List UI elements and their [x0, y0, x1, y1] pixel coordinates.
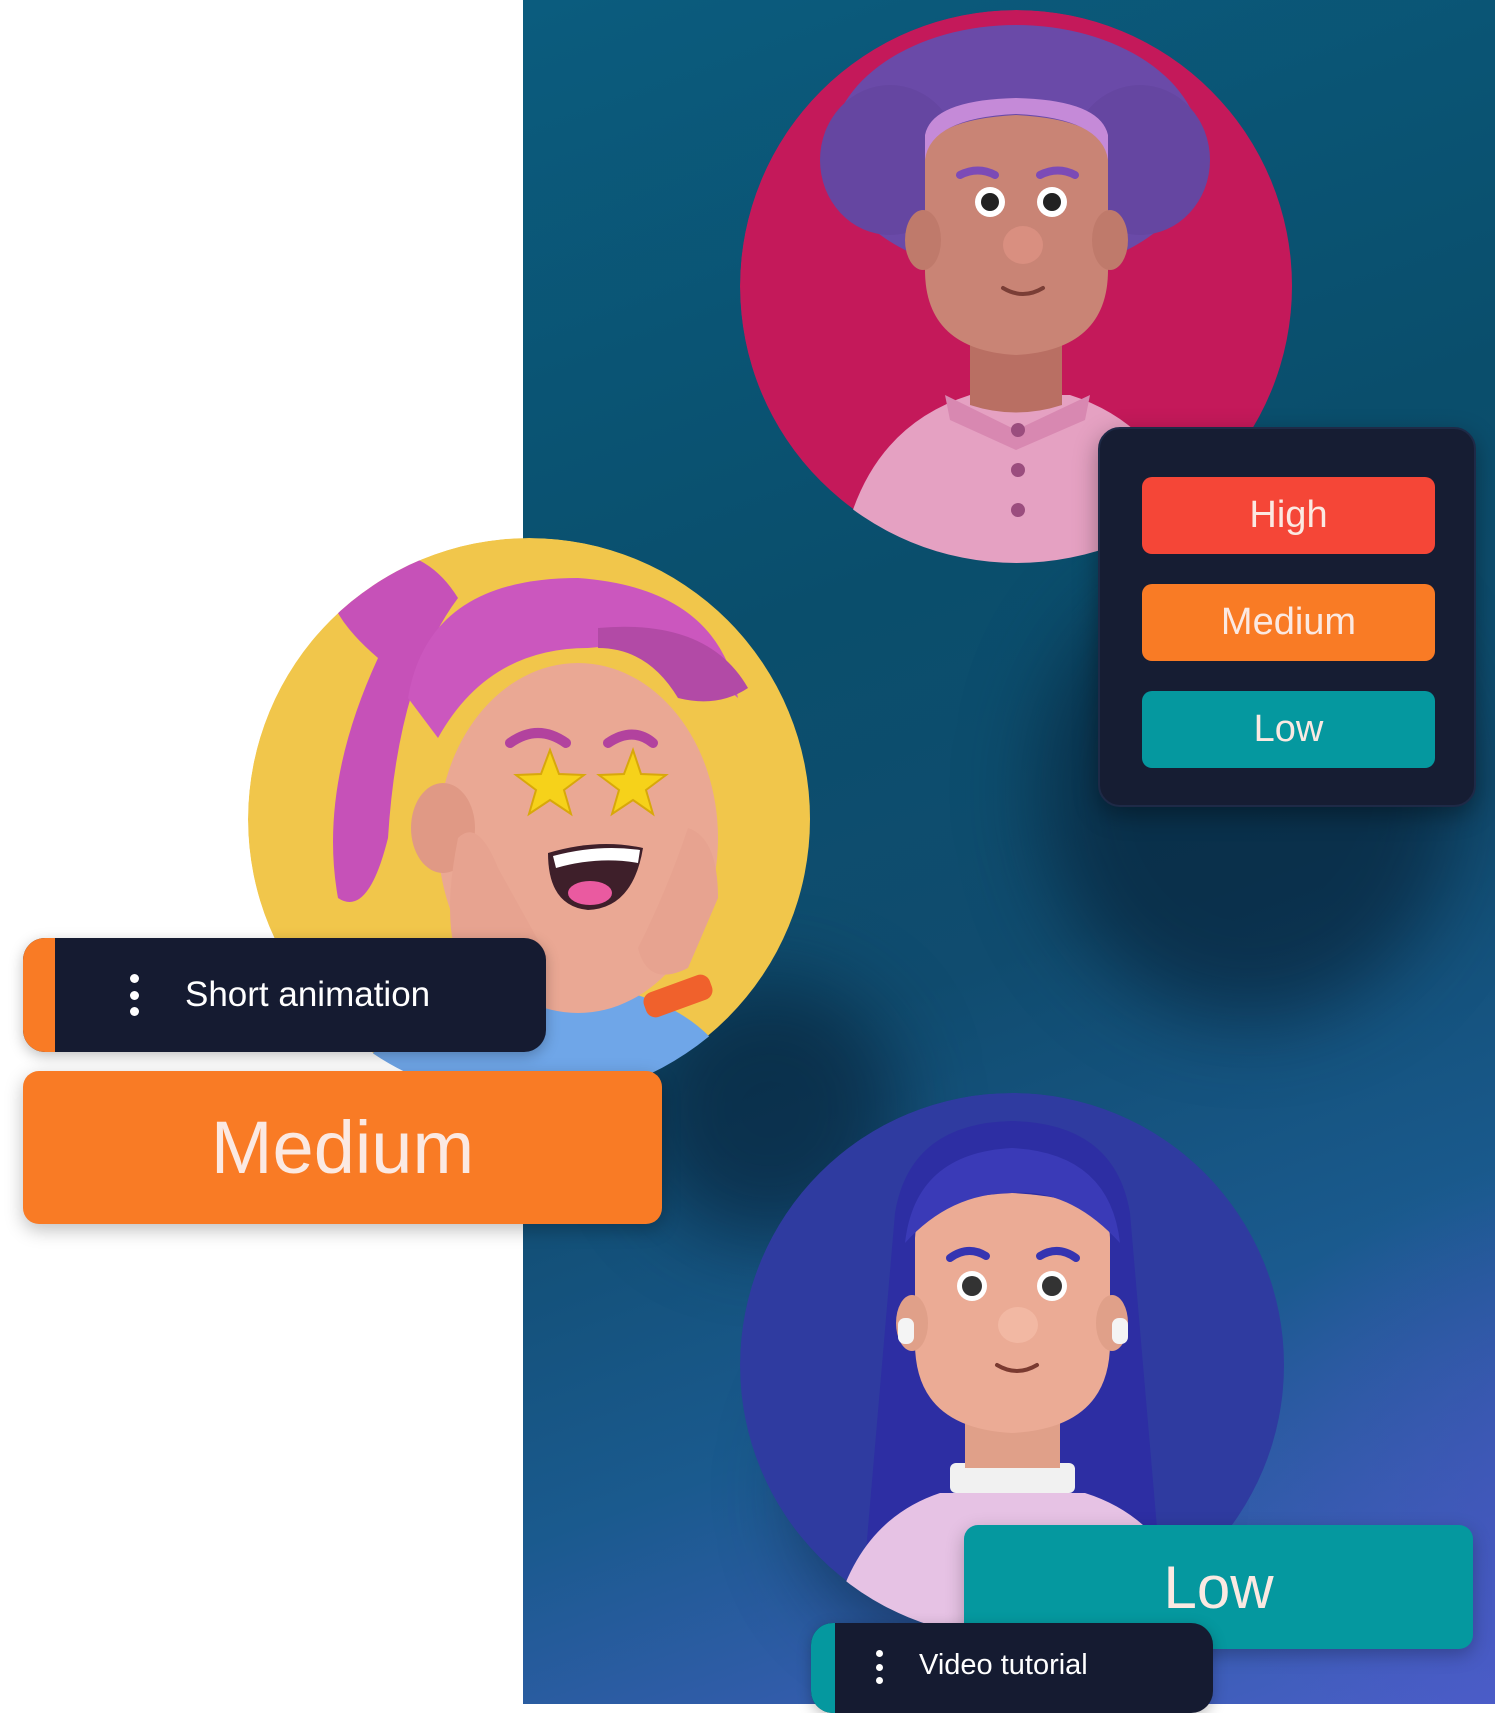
task-chip-short-animation[interactable]: Short animation [23, 938, 546, 1052]
priority-badge-label: Low [1163, 1553, 1274, 1621]
priority-color-stripe [811, 1623, 835, 1713]
task-label: Video tutorial [919, 1648, 1088, 1681]
priority-badge-medium[interactable]: Medium [23, 1071, 662, 1224]
priority-badge-label: Medium [210, 1106, 475, 1189]
vertical-dots-icon[interactable] [127, 974, 141, 1016]
priority-option-label: Low [1253, 708, 1324, 750]
task-chip-video-tutorial[interactable]: Video tutorial [811, 1623, 1213, 1713]
priority-option-label: Medium [1220, 601, 1357, 643]
vertical-dots-icon[interactable] [873, 1650, 885, 1684]
priority-option-high[interactable]: High [1142, 477, 1435, 554]
priority-option-label: High [1249, 494, 1328, 536]
priority-option-medium[interactable]: Medium [1142, 584, 1435, 661]
task-label: Short animation [185, 975, 431, 1014]
priority-menu: High Medium Low [1098, 427, 1476, 807]
priority-color-stripe [23, 938, 55, 1052]
priority-option-low[interactable]: Low [1142, 691, 1435, 768]
